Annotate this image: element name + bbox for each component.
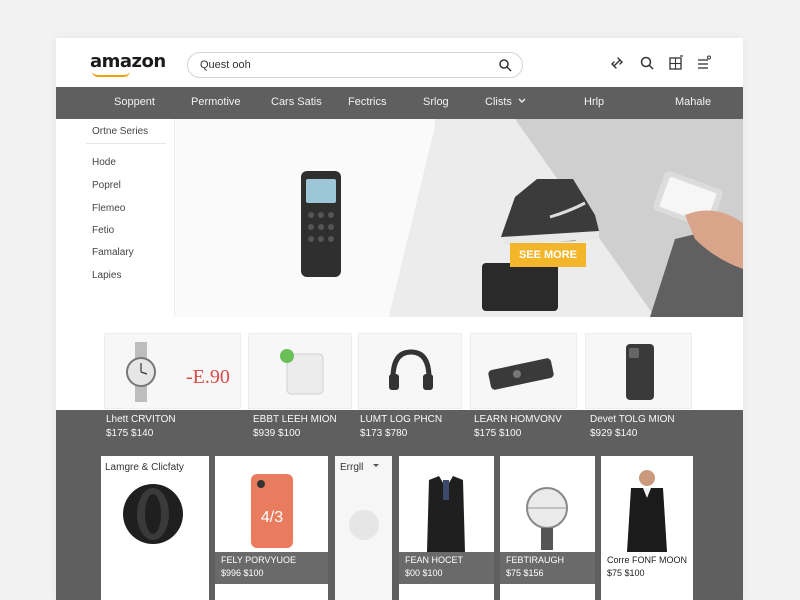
- chevron-down-icon: [373, 464, 380, 467]
- product-name[interactable]: FEAN HOCET: [405, 555, 463, 565]
- product-name[interactable]: FEBTIRAUGH: [506, 555, 564, 565]
- product-price: $929 $140: [590, 428, 638, 439]
- product-thumb-speaker[interactable]: [248, 333, 352, 409]
- hero-graphic: [301, 119, 743, 317]
- product-card[interactable]: Corre FONF MOON $75 $100: [601, 456, 693, 600]
- filter-card[interactable]: Errgll: [335, 456, 392, 600]
- watch-icon: [526, 487, 568, 550]
- filter-dropdown-label: Errgll: [340, 462, 364, 473]
- hero-banner[interactable]: SEE MORE: [175, 119, 743, 317]
- search-icon[interactable]: [498, 58, 512, 72]
- product-name[interactable]: EBBT LEEH MION: [253, 414, 337, 425]
- search-icon[interactable]: [639, 55, 655, 71]
- product-card[interactable]: FEAN HOCET $00 $100: [399, 456, 494, 600]
- camera-icon: [488, 358, 554, 390]
- product-card[interactable]: 4/3 FELY PORVYUOE $996 $100: [215, 456, 328, 600]
- phone-case-icon: 4/3: [251, 474, 293, 548]
- chevron-down-icon: [518, 98, 526, 103]
- headphones-icon: [389, 349, 433, 390]
- sidebar-item-fetio[interactable]: Fetio: [92, 225, 114, 236]
- nav-item-hrlp[interactable]: Hrlp: [584, 96, 604, 108]
- link-icon[interactable]: [609, 55, 625, 71]
- product-caption: FELY PORVYUOE $996 $100: [215, 552, 328, 584]
- grid-icon[interactable]: [668, 55, 684, 71]
- nav-item-soppent[interactable]: Soppent: [114, 96, 155, 108]
- product-price: $175 $140: [106, 428, 154, 439]
- nav-item-fectrics[interactable]: Fectrics: [348, 96, 387, 108]
- product-price: $175 $100: [474, 428, 522, 439]
- suit-icon: [627, 470, 667, 552]
- sidebar-item-poprel[interactable]: Poprel: [92, 180, 121, 191]
- category-nav: Soppent Permotive Cars Satis Fectrics Sr…: [56, 87, 743, 119]
- product-name[interactable]: LEARN HOMVONV: [474, 414, 562, 425]
- product-name[interactable]: Lhett CRVITON: [106, 414, 176, 425]
- product-name[interactable]: Corre FONF MOON: [607, 555, 687, 565]
- product-price: $939 $100: [253, 428, 301, 439]
- sidebar-item-lapies[interactable]: Lapies: [92, 270, 121, 281]
- product-thumb-headphones[interactable]: [358, 333, 462, 409]
- product-name[interactable]: Devet TOLG MION: [590, 414, 675, 425]
- product-name[interactable]: LUMT LOG PHCN: [360, 414, 442, 425]
- sidebar-heading: Ortne Series: [92, 126, 149, 137]
- product-price: $173 $780: [360, 428, 408, 439]
- product-price: $75 $156: [506, 568, 544, 578]
- logo-smile: [92, 71, 130, 77]
- product-card[interactable]: FEBTIRAUGH $75 $156: [500, 456, 595, 600]
- speaker-icon: [280, 349, 324, 395]
- logo[interactable]: amazon: [90, 51, 166, 72]
- page: amazon Quest ooh Soppent Permotive Cars …: [56, 38, 743, 600]
- product-caption: Corre FONF MOON $75 $100: [601, 552, 693, 584]
- header: amazon Quest ooh: [56, 38, 743, 87]
- speaker-box-icon: [482, 263, 558, 311]
- nav-item-srlog[interactable]: Srlog: [423, 96, 449, 108]
- category-card[interactable]: Lamgre & Clicfaty: [101, 456, 209, 600]
- sidebar-item-hode[interactable]: Hode: [92, 157, 116, 168]
- phone-case-icon: [626, 344, 654, 400]
- category-card-label: Lamgre & Clicfaty: [105, 462, 184, 473]
- remote-device-icon: [301, 171, 341, 277]
- svg-text:4/3: 4/3: [261, 509, 283, 526]
- nav-item-clists[interactable]: Clists: [485, 96, 526, 108]
- round-button[interactable]: [349, 510, 379, 540]
- see-more-button[interactable]: SEE MORE: [510, 243, 586, 267]
- ring-icon: [123, 484, 183, 544]
- search-value: Quest ooh: [200, 59, 251, 71]
- sidebar-item-famalary[interactable]: Famalary: [92, 247, 134, 258]
- list-icon[interactable]: [696, 55, 712, 71]
- sidebar-item-flemeo[interactable]: Flemeo: [92, 203, 125, 214]
- search-input[interactable]: Quest ooh: [187, 52, 523, 78]
- nav-item-permotive[interactable]: Permotive: [191, 96, 241, 108]
- sidebar-divider: [86, 143, 166, 144]
- nav-item-clists-label: Clists: [485, 96, 512, 108]
- vest-icon: [427, 476, 465, 552]
- product-thumb-phone-case[interactable]: [585, 333, 692, 409]
- product-price: $75 $100: [607, 568, 645, 578]
- product-caption: FEBTIRAUGH $75 $156: [500, 552, 595, 584]
- product-thumb-camera[interactable]: [470, 333, 577, 409]
- sidebar: Ortne Series Hode Poprel Flemeo Fetio Fa…: [56, 119, 175, 317]
- price-overlay: -E.90: [186, 366, 230, 388]
- product-price: $00 $100: [405, 568, 443, 578]
- product-row: [56, 317, 743, 410]
- product-price: $996 $100: [221, 568, 264, 578]
- nav-item-mahale[interactable]: Mahale: [675, 96, 711, 108]
- product-name[interactable]: FELY PORVYUOE: [221, 555, 296, 565]
- product-caption: FEAN HOCET $00 $100: [399, 552, 494, 584]
- filter-dropdown[interactable]: Errgll: [340, 462, 380, 473]
- nav-item-cars-satis[interactable]: Cars Satis: [271, 96, 322, 108]
